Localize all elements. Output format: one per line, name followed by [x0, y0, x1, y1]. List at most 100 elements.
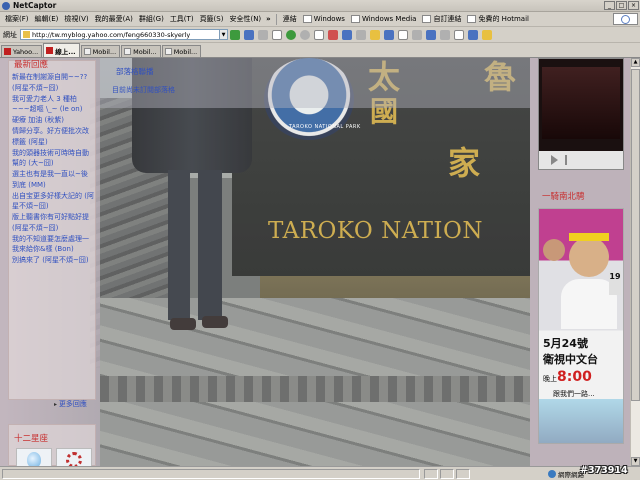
address-input[interactable]: http://tw.myblog.yahoo.com/feng660330-sk…: [20, 29, 220, 40]
page-favicon-icon: [23, 31, 30, 38]
minimize-button[interactable]: _: [604, 1, 615, 10]
status-text-pane: [2, 469, 420, 479]
menu-edit[interactable]: 編輯(E): [32, 14, 62, 24]
forward-icon[interactable]: [300, 29, 310, 40]
font-icon[interactable]: [412, 29, 422, 40]
favorites-icon[interactable]: [370, 29, 380, 40]
yahoo-icon: [46, 47, 54, 54]
page-icon: [124, 48, 132, 55]
ad-photo: [569, 237, 609, 277]
ad-time-value: 8:00: [557, 369, 592, 385]
menu-overflow-chevron-icon[interactable]: »: [264, 15, 273, 23]
search-icon[interactable]: [356, 29, 366, 40]
refresh-icon[interactable]: [328, 29, 338, 40]
no-subscription-link[interactable]: 目前尚未訂閱部落格: [112, 85, 175, 95]
page-icon: [302, 15, 312, 23]
link-windows-label: Windows: [313, 15, 345, 23]
tab-mobile-3[interactable]: Mobil...: [161, 45, 202, 57]
link-windows-media[interactable]: Windows Media: [348, 15, 420, 23]
home-icon[interactable]: [342, 29, 352, 40]
left-sidebar: 最新回應 新最在制謝源自開~~?? (阿星不煩~囧) 我可愛力老人 3 種柏~~…: [0, 58, 100, 466]
ad-heading: 一騎南北騁: [542, 192, 585, 202]
tab-bar: Yahoo... 線上... Mobil... Mobil... Mobil..…: [0, 43, 640, 58]
stop-icon[interactable]: [314, 29, 324, 40]
menu-tabs[interactable]: 頁籤(S): [197, 14, 227, 24]
ad-banner[interactable]: 19 5月24號 衛視中文台 晚上8:00 跟我們一路...: [538, 208, 624, 444]
group-icon[interactable]: [384, 29, 394, 40]
close-button[interactable]: ×: [628, 1, 639, 10]
search-dropdown-icon[interactable]: [258, 29, 268, 40]
back-icon[interactable]: [286, 29, 296, 40]
address-dropdown-button[interactable]: ▼: [220, 29, 228, 40]
blog-feed-link[interactable]: 部落格聯播: [116, 66, 154, 77]
blog-feed-panel: [100, 58, 530, 108]
link-custom[interactable]: 自訂連結: [419, 14, 464, 24]
scroll-down-icon[interactable]: ▼: [631, 457, 640, 466]
video-controls: [539, 151, 623, 169]
yahoo-icon: [4, 48, 11, 55]
tab-blog[interactable]: 線上...: [43, 43, 80, 57]
zodiac-thumb-1[interactable]: [16, 448, 52, 466]
scroll-up-icon[interactable]: ▲: [631, 58, 640, 67]
page-icon: [164, 48, 172, 55]
watermark: #373914: [580, 465, 628, 476]
ad-badge: 19: [609, 271, 621, 295]
menu-favorites[interactable]: 我的最愛(A): [92, 14, 136, 24]
address-url: http://tw.myblog.yahoo.com/feng660330-sk…: [32, 30, 191, 39]
more-comments-link[interactable]: 更多回應: [54, 399, 87, 409]
zodiac-thumb-2[interactable]: [56, 448, 92, 466]
tile-icon[interactable]: [468, 29, 478, 40]
list-item[interactable]: 我的頭器技術可時時自動幫的 (大~囧): [12, 148, 94, 169]
print-icon[interactable]: [440, 29, 450, 40]
status-bar: 網際網路: [0, 466, 640, 480]
page-icon: [350, 15, 360, 23]
list-item[interactable]: 我的不知道要怎麼處理一我來給你&樣 (Bon): [12, 234, 94, 255]
play-icon[interactable]: [551, 155, 558, 165]
list-item[interactable]: 情歸分享。好方便批次改標籤 (阿星): [12, 126, 94, 147]
window-icon[interactable]: [426, 29, 436, 40]
key-icon[interactable]: [482, 29, 492, 40]
list-item[interactable]: 硬療 加油 (秋紫): [12, 115, 94, 126]
link-windows-media-label: Windows Media: [361, 15, 417, 23]
tab-yahoo[interactable]: Yahoo...: [1, 45, 43, 57]
menu-group[interactable]: 群組(G): [136, 14, 167, 24]
menu-security[interactable]: 安全性(N): [226, 14, 264, 24]
list-item[interactable]: 版上聽書你有可好點好提 (阿星不煩~囧): [12, 212, 94, 233]
go-icon[interactable]: [230, 29, 240, 40]
ad-channel: 衛視中文台: [543, 353, 598, 366]
status-pane: [424, 469, 438, 479]
new-page-icon[interactable]: [272, 29, 282, 40]
list-item[interactable]: 別搞來了 (阿星不煩~囧): [12, 255, 94, 266]
menu-tools[interactable]: 工具(T): [167, 14, 197, 24]
maximize-button[interactable]: □: [616, 1, 627, 10]
menu-file[interactable]: 檔案(F): [2, 14, 32, 24]
ad-subtext: 跟我們一路...: [553, 390, 595, 398]
vertical-scrollbar[interactable]: ▲ ▼: [630, 58, 640, 466]
ad-date: 5月24號: [543, 337, 588, 350]
menu-view[interactable]: 檢視(V): [61, 14, 91, 24]
list-item[interactable]: 新最在制謝源自開~~?? (阿星不煩~囧): [12, 72, 94, 93]
history-icon[interactable]: [398, 29, 408, 40]
photo-overlay: [100, 58, 530, 466]
link-hotmail-label: 免費的 Hotmail: [478, 15, 529, 23]
list-item[interactable]: 選主也有是我一直以~後到底 (MM): [12, 169, 94, 190]
tab-label: Yahoo...: [13, 47, 39, 56]
link-hotmail[interactable]: 免費的 Hotmail: [464, 14, 532, 24]
video-screen[interactable]: [542, 67, 620, 139]
stop-icon[interactable]: [565, 155, 573, 165]
link-windows[interactable]: Windows: [300, 15, 348, 23]
list-item[interactable]: 我可愛力老人 3 種柏~~~超嘔 \_~ (le on): [12, 94, 94, 115]
tab-mobile-1[interactable]: Mobil...: [80, 45, 121, 57]
open-tab-icon[interactable]: [244, 29, 254, 40]
scroll-thumb[interactable]: [631, 69, 640, 401]
page-icon: [467, 15, 477, 23]
ad-photo: [539, 399, 623, 443]
menu-divider: [275, 13, 277, 25]
address-toolbar: 網址 http://tw.myblog.yahoo.com/feng660330…: [0, 27, 640, 43]
menu-bar: 檔案(F) 編輯(E) 檢視(V) 我的最愛(A) 群組(G) 工具(T) 頁籤…: [0, 12, 640, 27]
status-pane: [440, 469, 454, 479]
security-zone: 網際網路: [548, 469, 584, 479]
mail-icon[interactable]: [454, 29, 464, 40]
list-item[interactable]: 出自宝更多好樣大記的 (阿星不煩~囧): [12, 191, 94, 212]
tab-mobile-2[interactable]: Mobil...: [121, 45, 161, 57]
